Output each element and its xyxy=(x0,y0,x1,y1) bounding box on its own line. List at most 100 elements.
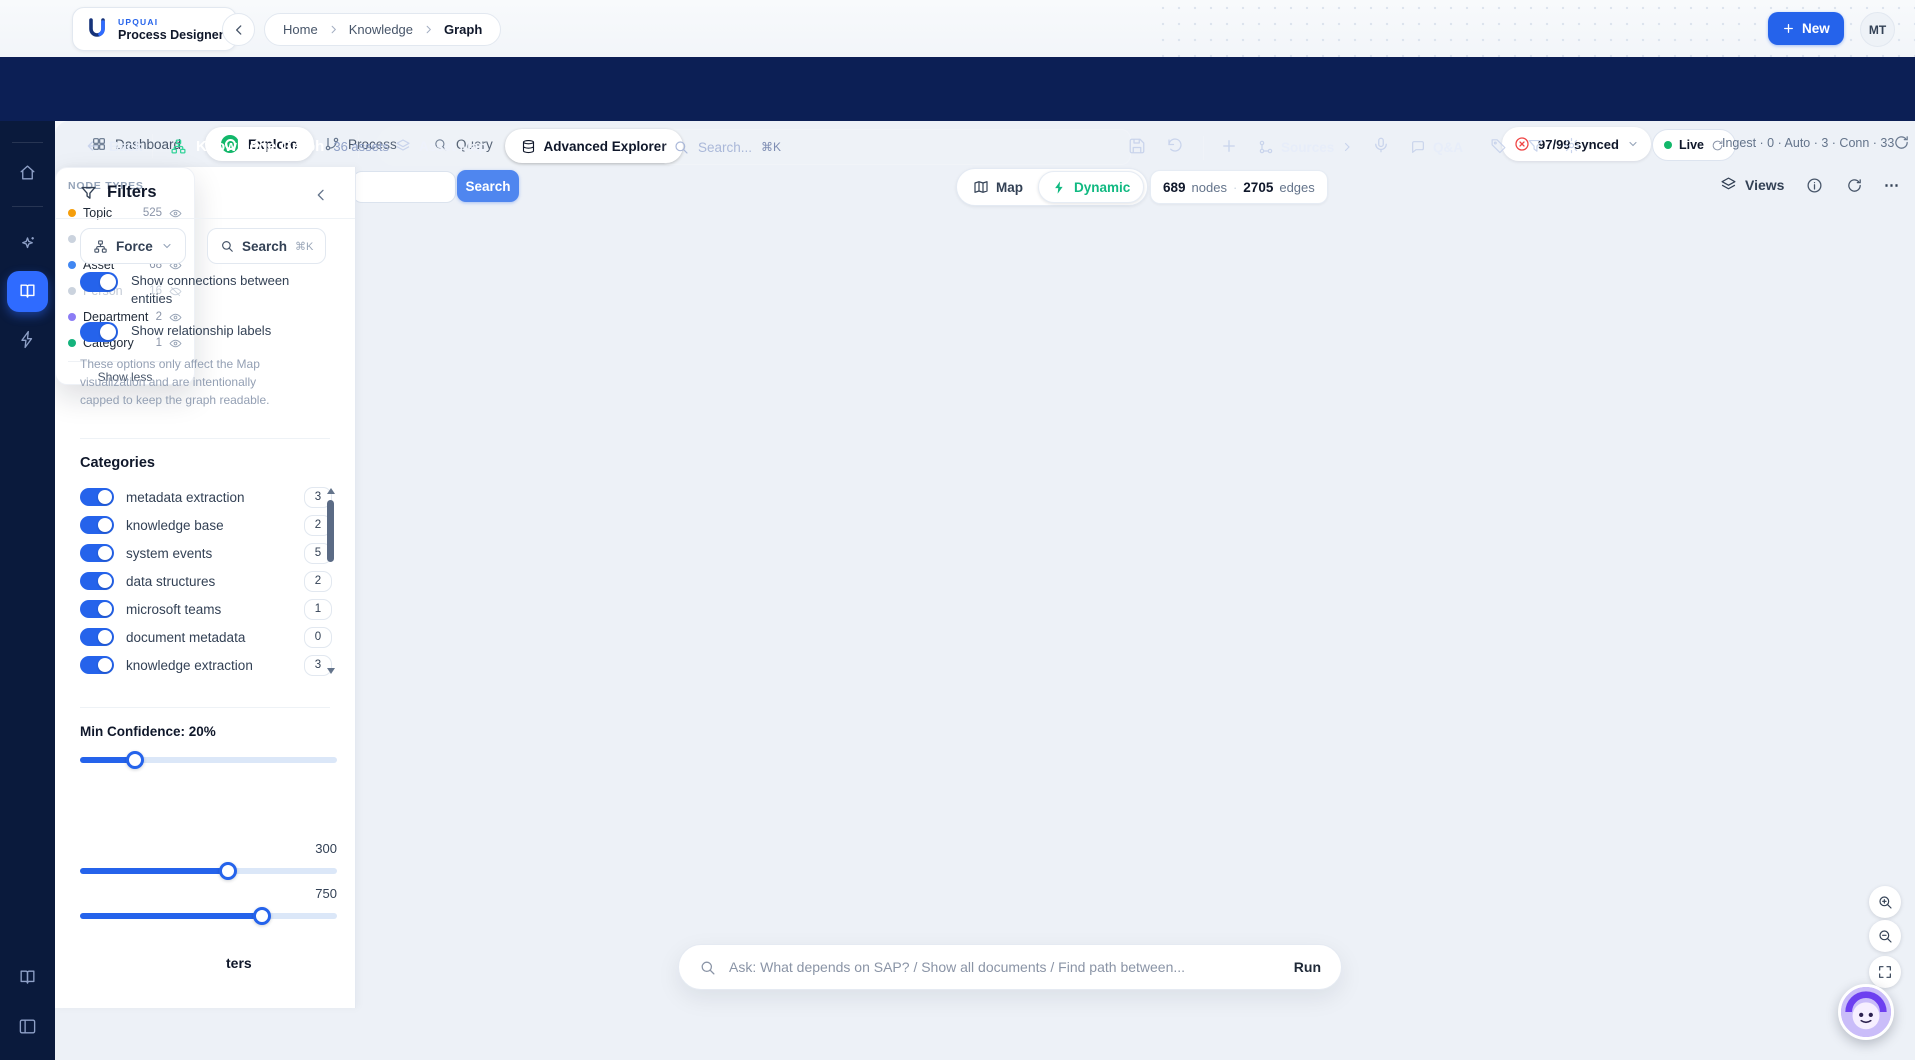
collapse-panel-button[interactable] xyxy=(313,187,329,203)
category-row: microsoft teams1 xyxy=(80,599,332,619)
toolbar-search[interactable]: Search... ⌘K xyxy=(660,129,1131,165)
breadcrumb-knowledge[interactable]: Knowledge xyxy=(349,22,413,37)
layout-select[interactable]: Force xyxy=(80,228,186,264)
relationship-labels-toggle[interactable] xyxy=(80,322,118,342)
home-button[interactable] xyxy=(7,152,48,193)
scrollbar-thumb[interactable] xyxy=(327,500,334,562)
system-dot xyxy=(68,235,76,243)
user-avatar[interactable]: MT xyxy=(1860,12,1895,47)
toggle-sidebar-button[interactable] xyxy=(7,1006,48,1047)
chat-icon xyxy=(1410,139,1426,155)
graph-toolbar: Back Knowledge Graph 36 assets Asset Map… xyxy=(0,57,1915,121)
connections-toggle[interactable] xyxy=(80,272,118,292)
category-row: document metadata0 xyxy=(80,627,332,647)
logo-mark xyxy=(85,17,109,41)
run-button[interactable]: Run xyxy=(1294,959,1321,975)
graph-search-button[interactable]: Search xyxy=(457,170,519,202)
divider xyxy=(1203,136,1204,160)
chevron-down-icon xyxy=(1627,138,1639,150)
zoom-out-button[interactable] xyxy=(1869,920,1901,952)
mic-button[interactable] xyxy=(1372,136,1390,154)
add-button[interactable] xyxy=(1220,137,1238,155)
lightning-icon xyxy=(1052,180,1067,195)
search-icon xyxy=(673,139,689,155)
category-row: knowledge base2 xyxy=(80,515,332,535)
left-rail xyxy=(0,57,55,1060)
filter-button[interactable] xyxy=(1527,137,1544,154)
category-row: knowledge extraction3 xyxy=(80,655,332,675)
link-distance-slider[interactable] xyxy=(80,913,337,919)
min-confidence-label: Min Confidence: 20% xyxy=(80,724,216,739)
clipped-section-title: ters xyxy=(226,955,252,971)
back-button[interactable]: Back xyxy=(85,133,142,159)
save-button[interactable] xyxy=(1128,137,1146,155)
category-toggle[interactable] xyxy=(80,628,114,646)
node-size-slider-knob[interactable] xyxy=(219,862,237,880)
assistant-avatar xyxy=(1841,987,1891,1037)
category-toggle[interactable] xyxy=(80,544,114,562)
category-toggle[interactable] xyxy=(80,572,114,590)
toggle-connections-row: Show connections between entities xyxy=(80,272,330,307)
zoom-in-button[interactable] xyxy=(1869,886,1901,918)
min-confidence-slider-knob[interactable] xyxy=(126,751,144,769)
new-button[interactable]: New xyxy=(1768,12,1844,45)
panel-search-button[interactable]: Search ⌘K xyxy=(207,228,326,264)
filters-panel: Filters Force Search ⌘K Show connections… xyxy=(55,167,356,1008)
ingest-stats: Ingest · 0 · Auto · 3 · Conn · 33 xyxy=(1722,136,1894,150)
breadcrumb-home[interactable]: Home xyxy=(283,22,318,37)
tab-advanced-explorer[interactable]: Advanced Explorer xyxy=(505,129,683,163)
category-row: metadata extraction3 xyxy=(80,487,332,507)
ai-assist-button[interactable] xyxy=(7,223,48,264)
category-toggle[interactable] xyxy=(80,656,114,674)
sources-button[interactable]: Sources xyxy=(1258,134,1353,160)
app-logo[interactable]: UPQUAI Process Designer xyxy=(72,7,237,51)
app-header: UPQUAI Process Designer Home Knowledge G… xyxy=(0,0,1915,57)
scroll-down-arrow[interactable] xyxy=(327,668,335,674)
layers-icon xyxy=(1720,176,1737,193)
categories-title: Categories xyxy=(80,455,155,471)
map-mode-button[interactable]: Map xyxy=(960,172,1036,202)
refresh-icon[interactable] xyxy=(1893,134,1910,151)
graph-search-input[interactable] xyxy=(352,171,456,203)
divider xyxy=(358,134,359,158)
min-confidence-slider[interactable] xyxy=(80,757,337,763)
page-title: Knowledge Graph xyxy=(196,138,324,155)
category-toggle[interactable] xyxy=(80,600,114,618)
more-options-button[interactable]: ⋯ xyxy=(1884,176,1899,194)
graph-stats-badge: 689nodes · 2705edges xyxy=(1150,170,1328,204)
docs-button[interactable] xyxy=(7,957,48,998)
category-toggle[interactable] xyxy=(80,516,114,534)
category-row: data structures2 xyxy=(80,571,332,591)
refresh-button[interactable] xyxy=(1846,177,1863,194)
info-button[interactable] xyxy=(1806,177,1823,194)
app-window: insurance claims triageTriageagent - Jan… xyxy=(0,0,1915,1060)
link-distance-slider-knob[interactable] xyxy=(253,907,271,925)
tag-button[interactable] xyxy=(1490,137,1507,154)
plus-icon xyxy=(1782,22,1795,35)
department-dot xyxy=(68,313,76,321)
divider xyxy=(12,142,43,143)
node-size-slider[interactable] xyxy=(80,868,337,874)
tab-asset-map[interactable]: Asset Map xyxy=(379,129,503,163)
undo-button[interactable] xyxy=(1166,137,1184,155)
knowledge-button[interactable] xyxy=(7,271,48,312)
nav-back-button[interactable] xyxy=(222,13,255,46)
automations-button[interactable] xyxy=(7,319,48,360)
lightning-icon xyxy=(18,330,37,349)
assistant-chat-button[interactable] xyxy=(1838,984,1894,1040)
breadcrumb-graph[interactable]: Graph xyxy=(444,22,482,37)
ask-input[interactable] xyxy=(727,958,1283,976)
gear-icon[interactable] xyxy=(1563,137,1580,154)
divider xyxy=(12,206,43,207)
dynamic-mode-button[interactable]: Dynamic xyxy=(1038,171,1144,203)
qa-button[interactable]: Q&A xyxy=(1410,134,1463,160)
views-button[interactable]: Views xyxy=(1720,176,1784,193)
map-icon xyxy=(973,179,989,195)
category-toggle[interactable] xyxy=(80,488,114,506)
book-icon xyxy=(18,282,37,301)
divider xyxy=(80,707,330,708)
fullscreen-button[interactable] xyxy=(1869,956,1901,988)
person-dot xyxy=(68,287,76,295)
scroll-up-arrow[interactable] xyxy=(327,488,335,494)
brand-name: UPQUAI xyxy=(118,17,224,27)
